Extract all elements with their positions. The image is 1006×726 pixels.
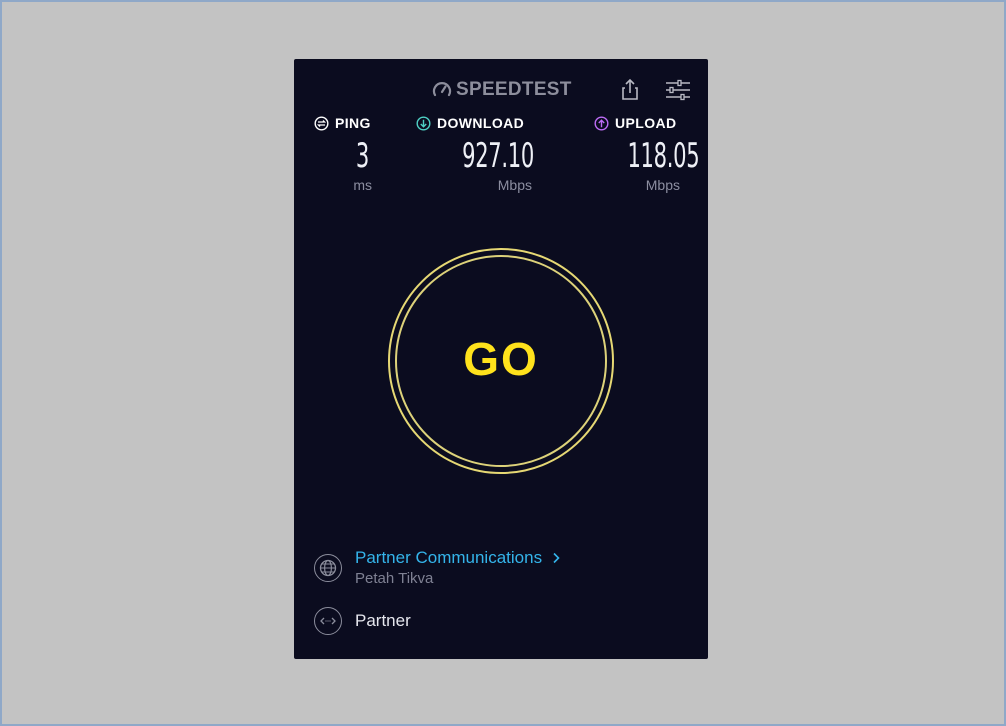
ping-label: PING <box>335 115 371 131</box>
upload-value: 118.05 <box>627 136 700 176</box>
download-unit: Mbps <box>497 177 532 193</box>
speedtest-app: SPEEDTEST PING 3 ms DOWNLOAD 927.10 Mbps… <box>294 59 708 659</box>
isp-location: Petah Tikva <box>355 570 434 587</box>
ping-icon <box>314 115 329 131</box>
download-arrow-icon <box>416 115 431 131</box>
ping-metric: PING 3 ms <box>314 115 372 193</box>
ping-header: PING <box>314 115 372 131</box>
ping-value: 3 <box>355 136 369 176</box>
download-metric: DOWNLOAD 927.10 Mbps <box>416 115 534 193</box>
upload-label: UPLOAD <box>615 115 677 131</box>
gauge-icon <box>432 82 452 97</box>
isp-info: Partner Communications Petah Tikva <box>355 548 561 587</box>
download-header: DOWNLOAD <box>416 115 534 131</box>
sliders-icon <box>666 79 690 101</box>
speedtest-logo: SPEEDTEST <box>432 79 572 101</box>
isp-name: Partner Communications <box>355 548 543 567</box>
top-bar: SPEEDTEST <box>294 59 708 121</box>
isp-icon-circle <box>314 553 342 582</box>
settings-button[interactable] <box>665 77 691 103</box>
host-row: Partner <box>314 607 411 635</box>
upload-arrow-icon <box>594 115 609 131</box>
globe-icon <box>319 559 337 576</box>
host-name: Partner <box>355 611 411 630</box>
brand-name: SPEEDTEST <box>456 79 572 100</box>
server-connection-icon <box>320 617 336 625</box>
share-icon <box>622 78 638 100</box>
download-value: 927.10 <box>462 136 534 176</box>
upload-header: UPLOAD <box>594 115 682 131</box>
host-icon-circle <box>314 607 342 635</box>
chevron-right-icon <box>553 552 560 564</box>
ping-unit: ms <box>353 177 372 193</box>
upload-unit: Mbps <box>645 177 680 193</box>
download-label: DOWNLOAD <box>437 115 525 131</box>
isp-row: Partner Communications Petah Tikva <box>314 548 561 587</box>
isp-link[interactable]: Partner Communications <box>355 548 561 568</box>
go-button[interactable]: GO <box>388 248 614 474</box>
share-button[interactable] <box>617 77 643 103</box>
upload-metric: UPLOAD 118.05 Mbps <box>594 115 700 193</box>
go-label: GO <box>463 333 539 385</box>
